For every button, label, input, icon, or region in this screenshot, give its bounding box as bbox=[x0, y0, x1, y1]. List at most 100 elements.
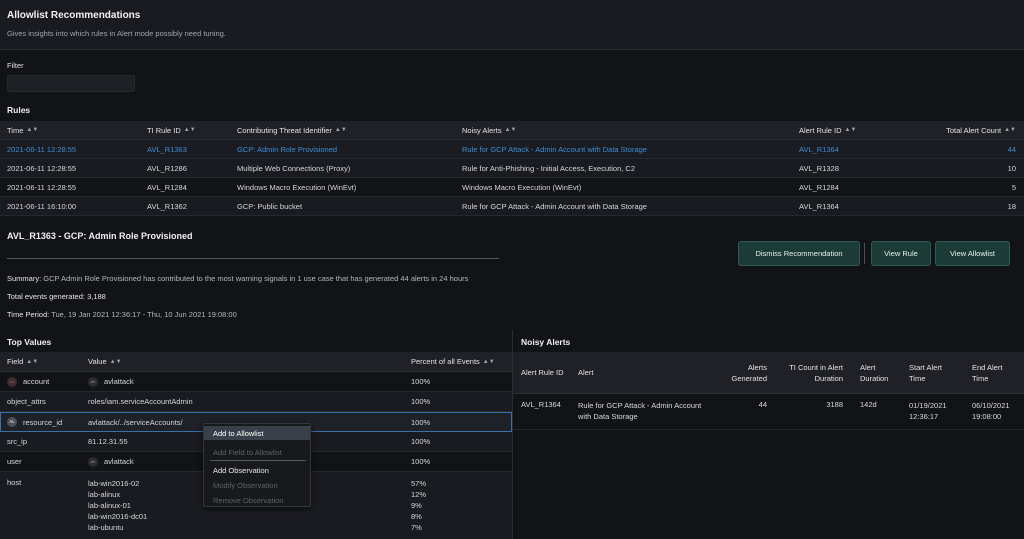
col-noisy-alerts[interactable]: Noisy Alerts ▲▼ bbox=[462, 121, 517, 139]
col-value-label: Value bbox=[88, 357, 107, 366]
sort-icon: ▲▼ bbox=[26, 127, 39, 133]
table-row[interactable]: object_attrs roles/iam.serviceAccountAdm… bbox=[0, 392, 512, 412]
cell-time: 2021-06-11 16:10:00 bbox=[7, 201, 77, 211]
cell-ti-rule-id: AVL_R1286 bbox=[147, 163, 187, 173]
view-rule-button[interactable]: View Rule bbox=[871, 241, 931, 266]
rules-table-header: Time ▲▼ TI Rule ID ▲▼ Contributing Threat … bbox=[0, 121, 1024, 140]
menu-item-add-field-to-allowlist[interactable]: Add Field to Allowlist bbox=[204, 445, 310, 459]
cell-alert-rule-id: AVL_R1284 bbox=[799, 182, 839, 192]
noisy-alerts-header: Alert Rule ID Alert Alerts Generated TI … bbox=[513, 352, 1024, 394]
cell-ti-count: 3188 bbox=[826, 400, 843, 409]
dismiss-recommendation-button[interactable]: Dismiss Recommendation bbox=[738, 241, 860, 266]
host-value: lab-win2016-02 bbox=[88, 479, 140, 488]
summary-text: GCP Admin Role Provisioned has contribut… bbox=[43, 274, 469, 283]
cell-field: user bbox=[7, 457, 22, 466]
total-events: Total events generated: 3,188 bbox=[7, 292, 106, 301]
col-field[interactable]: Field ▲▼ bbox=[7, 352, 38, 371]
menu-item-remove-observation[interactable]: Remove Observation bbox=[204, 493, 310, 507]
total-events-value: 3,188 bbox=[87, 292, 106, 301]
cell-alert-rule-id: AVL_R1364 bbox=[521, 400, 561, 409]
cell-percent: 100% bbox=[411, 417, 431, 427]
page-subtitle: Gives insights into which rules in Alert… bbox=[7, 29, 226, 38]
time-period-value: Tue, 19 Jan 2021 12:36:17 - Thu, 10 Jun … bbox=[51, 310, 237, 319]
cell-alerts-generated: 44 bbox=[758, 400, 767, 409]
col-alert-rule-id[interactable]: Alert Rule ID ▲▼ bbox=[799, 121, 856, 139]
cell-percent: 100% bbox=[411, 457, 431, 466]
col-alert-rule-id-label: Alert Rule ID bbox=[799, 125, 842, 135]
time-period: Time Period: Tue, 19 Jan 2021 12:36:17 -… bbox=[7, 310, 237, 319]
col-end-alert-time[interactable]: End Alert Time bbox=[972, 352, 1018, 393]
filter-input[interactable] bbox=[7, 75, 135, 92]
col-alert-duration[interactable]: Alert Duration bbox=[860, 352, 902, 393]
cell-alert: Rule for GCP Attack - Admin Account with… bbox=[578, 401, 702, 421]
col-ti-rule-id[interactable]: TI Rule ID ▲▼ bbox=[147, 121, 196, 139]
cell-percent: 100% bbox=[411, 437, 431, 446]
sort-icon: ▲▼ bbox=[334, 127, 347, 133]
host-value: lab-ubuntu bbox=[88, 523, 124, 532]
host-percent: 57% bbox=[411, 479, 427, 488]
table-row[interactable]: 2021-06-11 12:28:55 AVL_R1363 GCP: Admin… bbox=[0, 140, 1024, 159]
sort-icon: ▲▼ bbox=[183, 127, 196, 133]
cell-value: 81.12.31.55 bbox=[88, 437, 128, 446]
sort-icon: ▲▼ bbox=[482, 358, 495, 365]
cell-value: avlattack bbox=[104, 377, 134, 386]
cell-alert-rule-id: AVL_R1364 bbox=[799, 201, 839, 211]
col-alert[interactable]: Alert bbox=[578, 352, 593, 393]
sort-icon: ▲▼ bbox=[26, 358, 39, 365]
total-events-label: Total events generated: bbox=[7, 292, 85, 301]
col-field-label: Field bbox=[7, 357, 24, 366]
col-alert-rule-id[interactable]: Alert Rule ID bbox=[521, 352, 571, 393]
top-values-header: Field ▲▼ Value ▲▼ Percent of all Events ▲▼ bbox=[0, 352, 512, 372]
col-alerts-generated[interactable]: Alerts Generated bbox=[725, 352, 767, 393]
sort-icon: ▲▼ bbox=[504, 127, 517, 133]
avatar: AL bbox=[7, 417, 17, 427]
cell-field: object_attrs bbox=[7, 397, 46, 406]
view-allowlist-button[interactable]: View Allowlist bbox=[935, 241, 1010, 266]
col-contributing-threat[interactable]: Contributing Threat Identifier ▲▼ bbox=[237, 121, 347, 139]
cell-value: avlattack bbox=[104, 457, 134, 466]
table-row[interactable]: 2021-06-11 12:28:55 AVL_R1284 Windows Ma… bbox=[0, 178, 1024, 197]
cell-count: 10 bbox=[1007, 163, 1016, 173]
col-time[interactable]: Time ▲▼ bbox=[7, 121, 38, 139]
cell-count: 5 bbox=[1011, 182, 1016, 192]
sort-icon: ▲▼ bbox=[1004, 127, 1016, 133]
host-value: lab-win2016-dc01 bbox=[88, 512, 148, 521]
col-value[interactable]: Value ▲▼ bbox=[88, 352, 122, 371]
button-divider bbox=[864, 243, 865, 264]
menu-item-add-to-allowlist[interactable]: Add to Allowlist bbox=[204, 426, 310, 440]
noisy-alerts-title: Noisy Alerts bbox=[521, 337, 571, 347]
host-percent: 9% bbox=[411, 501, 422, 510]
detail-title: AVL_R1363 - GCP: Admin Role Provisioned bbox=[7, 231, 193, 241]
menu-item-modify-observation[interactable]: Modify Observation bbox=[204, 478, 310, 492]
cell-field: account bbox=[23, 377, 50, 386]
table-row[interactable]: 2021-06-11 12:28:55 AVL_R1286 Multiple W… bbox=[0, 159, 1024, 178]
col-percent-label: Percent of all Events bbox=[411, 357, 480, 366]
avatar: AC bbox=[7, 376, 17, 387]
top-values-title: Top Values bbox=[7, 337, 52, 347]
col-noisy-alerts-label: Noisy Alerts bbox=[462, 125, 502, 135]
col-percent[interactable]: Percent of all Events ▲▼ bbox=[411, 352, 495, 371]
cell-percent: 100% bbox=[411, 377, 431, 386]
cell-time: 2021-06-11 12:28:55 bbox=[7, 182, 77, 192]
menu-separator bbox=[210, 460, 306, 461]
cell-threat: GCP: Admin Role Provisioned bbox=[237, 144, 338, 154]
menu-item-add-observation[interactable]: Add Observation bbox=[204, 463, 310, 477]
col-ti-count[interactable]: TI Count in Alert Duration bbox=[775, 352, 843, 393]
cell-alert-rule-id: AVL_R1364 bbox=[799, 144, 839, 154]
rules-section-title: Rules bbox=[7, 105, 31, 115]
cell-ti-rule-id: AVL_R1362 bbox=[147, 201, 187, 211]
table-row[interactable]: AC account AV avlattack 100% bbox=[0, 372, 512, 392]
cell-start-time: 01/19/2021 12:36:17 bbox=[909, 401, 947, 421]
col-start-alert-time[interactable]: Start Alert Time bbox=[909, 352, 957, 393]
host-percent: 7% bbox=[411, 523, 422, 532]
col-ti-rule-id-label: TI Rule ID bbox=[147, 125, 181, 135]
cell-noisy-alert: Rule for GCP Attack - Admin Account with… bbox=[462, 201, 647, 211]
table-row[interactable]: 2021-06-11 16:10:00 AVL_R1362 GCP: Publi… bbox=[0, 197, 1024, 216]
table-row[interactable]: AVL_R1364 Rule for GCP Attack - Admin Ac… bbox=[513, 394, 1024, 430]
cell-count: 44 bbox=[1007, 144, 1016, 154]
cell-field: src_ip bbox=[7, 437, 28, 446]
cell-time: 2021-06-11 12:28:55 bbox=[7, 144, 77, 154]
summary-label: Summary: bbox=[7, 274, 42, 283]
cell-noisy-alert: Rule for GCP Attack - Admin Account with… bbox=[462, 144, 647, 154]
col-total-alert-count[interactable]: Total Alert Count ▲▼ bbox=[946, 121, 1016, 139]
